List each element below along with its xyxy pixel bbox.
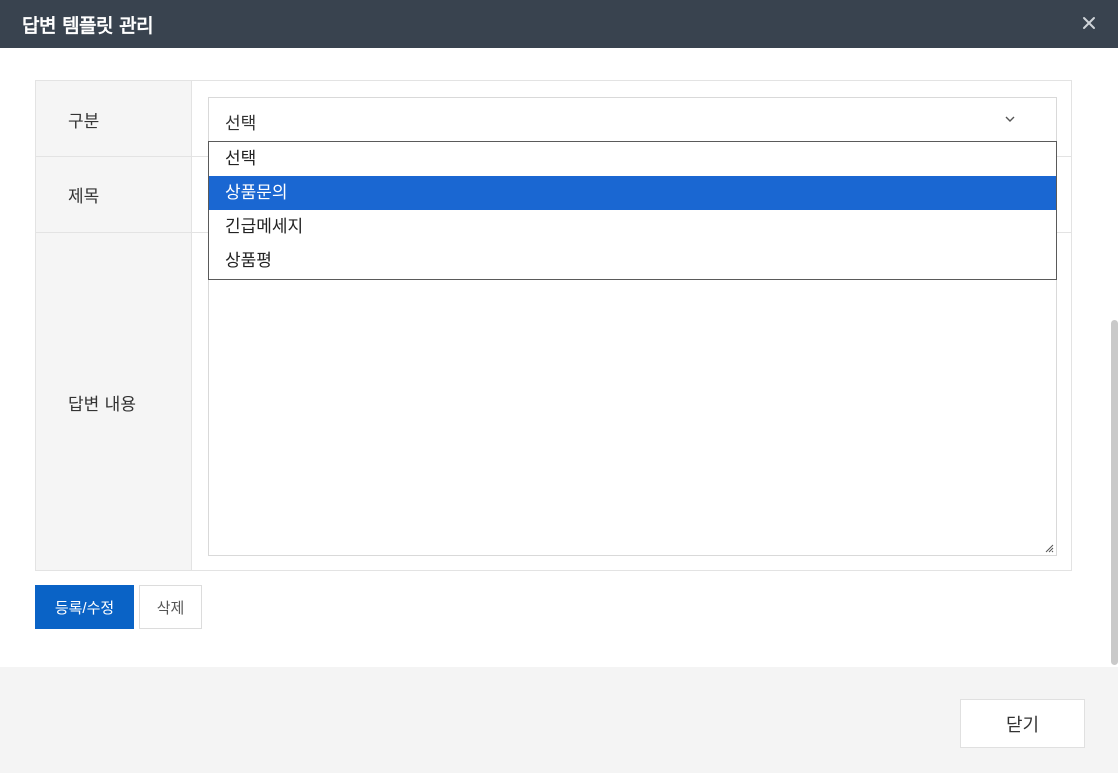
category-label: 구분: [68, 112, 100, 132]
dropdown-option[interactable]: 상품평: [209, 244, 1056, 278]
close-modal-button[interactable]: 닫기: [960, 699, 1085, 748]
close-button[interactable]: [1078, 12, 1100, 34]
content-label: 답변 내용: [68, 395, 136, 415]
scrollbar[interactable]: [1111, 320, 1118, 665]
resize-grip-icon[interactable]: [1044, 543, 1054, 553]
close-icon: [1083, 17, 1095, 29]
category-select[interactable]: 선택: [208, 97, 1057, 142]
dropdown-option-highlighted[interactable]: 상품문의: [209, 176, 1056, 210]
save-button[interactable]: 등록/수정: [35, 585, 134, 629]
category-dropdown-list: 선택 상품문의 긴급메세지 상품평: [208, 141, 1057, 280]
label-column: [36, 81, 192, 570]
dropdown-option[interactable]: 긴급메세지: [209, 210, 1056, 244]
modal-footer: [0, 667, 1118, 773]
content-textarea[interactable]: [208, 248, 1057, 556]
category-select-value: 선택: [225, 114, 257, 134]
chevron-down-icon: [1005, 116, 1015, 122]
delete-button[interactable]: 삭제: [139, 585, 202, 629]
dropdown-option[interactable]: 선택: [209, 142, 1056, 176]
title-label: 제목: [68, 187, 100, 207]
modal-header: 답변 템플릿 관리: [0, 0, 1118, 48]
modal-title: 답변 템플릿 관리: [22, 15, 154, 37]
